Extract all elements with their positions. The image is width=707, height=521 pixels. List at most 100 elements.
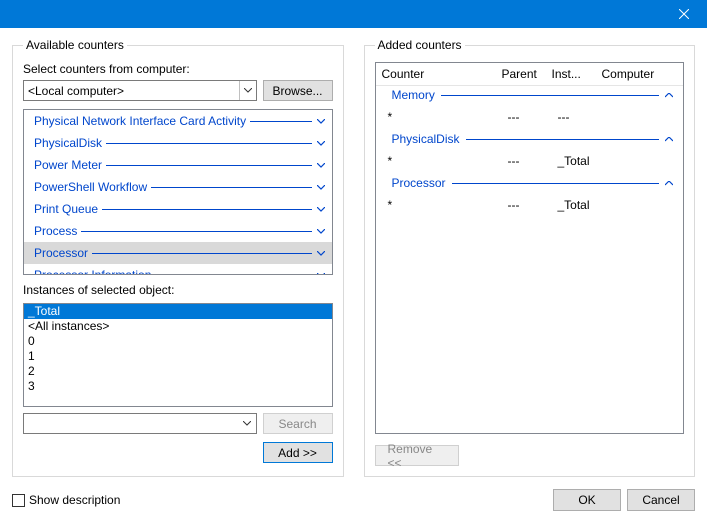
browse-button[interactable]: Browse... [263, 80, 333, 101]
computer-combo-value: <Local computer> [28, 84, 124, 98]
separator-line [250, 121, 311, 122]
separator-line [81, 231, 311, 232]
added-group-header[interactable]: Memory [376, 86, 684, 104]
cancel-button[interactable]: Cancel [627, 489, 695, 511]
counter-item[interactable]: Processor Information [24, 264, 332, 275]
instance-item[interactable]: <All instances> [24, 319, 332, 334]
separator-line [106, 165, 311, 166]
show-description-label: Show description [29, 493, 120, 507]
counter-item-label: Power Meter [34, 158, 102, 172]
separator-line [441, 95, 659, 96]
header-computer[interactable]: Computer [596, 63, 684, 85]
added-cell: --- [552, 106, 602, 128]
search-row: Search [23, 413, 333, 434]
footer: Show description OK Cancel [12, 489, 695, 511]
chevron-down-icon [239, 414, 256, 433]
columns: Available counters Select counters from … [12, 38, 695, 477]
chevron-up-icon [665, 90, 673, 101]
separator-line [452, 183, 659, 184]
instance-item[interactable]: 3 [24, 379, 332, 394]
counter-item-label: PowerShell Workflow [34, 180, 147, 194]
ok-button[interactable]: OK [553, 489, 621, 511]
counter-item-label: Processor Information [34, 268, 151, 275]
added-cell: * [382, 150, 502, 172]
added-group-header[interactable]: PhysicalDisk [376, 130, 684, 148]
added-row[interactable]: *------ [376, 104, 684, 130]
chevron-down-icon [316, 204, 326, 215]
added-group-name: Memory [392, 88, 435, 102]
chevron-up-icon [665, 134, 673, 145]
added-group-name: Processor [392, 176, 446, 190]
counter-item[interactable]: Physical Network Interface Card Activity [24, 110, 332, 132]
instance-item[interactable]: _Total [24, 304, 332, 319]
remove-row: Remove << [375, 442, 685, 467]
select-computer-label: Select counters from computer: [23, 62, 333, 76]
header-counter[interactable]: Counter [376, 63, 496, 85]
titlebar [0, 0, 707, 28]
chevron-down-icon [316, 138, 326, 149]
separator-line [466, 139, 659, 140]
separator-line [106, 143, 311, 144]
counter-item[interactable]: Power Meter [24, 154, 332, 176]
added-table-header: Counter Parent Inst... Computer [376, 63, 684, 86]
chevron-down-icon [316, 116, 326, 127]
added-cell [602, 150, 678, 172]
added-table-body: Memory*------PhysicalDisk*---_TotalProce… [376, 86, 684, 218]
chevron-down-icon [316, 270, 326, 276]
instance-item[interactable]: 0 [24, 334, 332, 349]
added-cell: --- [502, 150, 552, 172]
counter-item-label: Physical Network Interface Card Activity [34, 114, 246, 128]
separator-line [102, 209, 311, 210]
search-button[interactable]: Search [263, 413, 333, 434]
footer-buttons: OK Cancel [553, 489, 695, 511]
chevron-down-icon [239, 81, 256, 100]
counter-list[interactable]: Physical Network Interface Card Activity… [23, 109, 333, 275]
counter-item-label: Process [34, 224, 77, 238]
added-cell: --- [502, 106, 552, 128]
dialog-window: Available counters Select counters from … [0, 0, 707, 521]
separator-line [155, 275, 311, 276]
counter-item[interactable]: Processor [24, 242, 332, 264]
added-table: Counter Parent Inst... Computer Memory*-… [375, 62, 685, 434]
instance-item[interactable]: 1 [24, 349, 332, 364]
checkbox-icon [12, 494, 25, 507]
added-cell [602, 106, 678, 128]
added-counters-group: Added counters Counter Parent Inst... Co… [364, 38, 696, 477]
show-description-checkbox[interactable]: Show description [12, 493, 120, 507]
instance-list[interactable]: _Total<All instances>0123 [23, 303, 333, 407]
added-cell: _Total [552, 150, 602, 172]
separator-line [151, 187, 311, 188]
separator-line [92, 253, 311, 254]
instance-filter-input[interactable] [23, 413, 257, 434]
counter-item[interactable]: Process [24, 220, 332, 242]
added-group-name: PhysicalDisk [392, 132, 460, 146]
available-counters-legend: Available counters [23, 38, 127, 52]
remove-button[interactable]: Remove << [375, 445, 459, 466]
header-instance[interactable]: Inst... [546, 63, 596, 85]
computer-row: <Local computer> Browse... [23, 80, 333, 101]
added-cell: * [382, 194, 502, 216]
added-group-header[interactable]: Processor [376, 174, 684, 192]
chevron-up-icon [665, 178, 673, 189]
close-button[interactable] [661, 0, 707, 28]
chevron-down-icon [316, 248, 326, 259]
added-counters-legend: Added counters [375, 38, 465, 52]
chevron-down-icon [316, 160, 326, 171]
dialog-body: Available counters Select counters from … [0, 28, 707, 521]
added-cell [602, 194, 678, 216]
counter-item[interactable]: PhysicalDisk [24, 132, 332, 154]
counter-item-label: Print Queue [34, 202, 98, 216]
counter-item[interactable]: Print Queue [24, 198, 332, 220]
instances-label: Instances of selected object: [23, 283, 333, 297]
add-button[interactable]: Add >> [263, 442, 333, 463]
add-row: Add >> [23, 442, 333, 463]
added-cell: * [382, 106, 502, 128]
added-row[interactable]: *---_Total [376, 192, 684, 218]
computer-combo[interactable]: <Local computer> [23, 80, 257, 101]
close-icon [679, 9, 689, 19]
added-row[interactable]: *---_Total [376, 148, 684, 174]
header-parent[interactable]: Parent [496, 63, 546, 85]
counter-item-label: PhysicalDisk [34, 136, 102, 150]
instance-item[interactable]: 2 [24, 364, 332, 379]
counter-item[interactable]: PowerShell Workflow [24, 176, 332, 198]
